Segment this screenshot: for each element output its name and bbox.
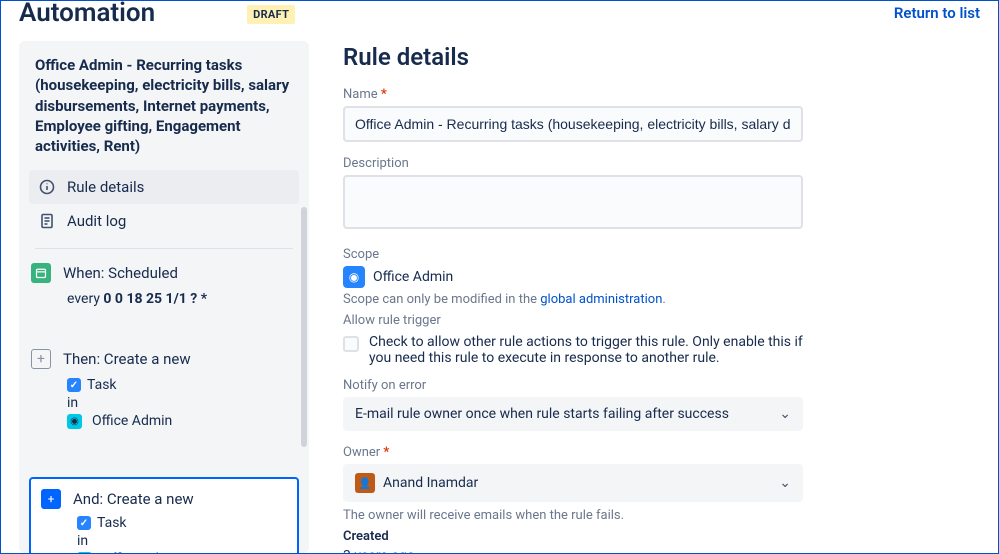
body: Office Admin - Recurring tasks (housekee… (1, 31, 998, 553)
notify-label: Notify on error (343, 378, 974, 393)
step-and-sub: ✓ Task in ◉ Office Admin (41, 515, 287, 554)
field-notify: Notify on error E-mail rule owner once w… (343, 378, 974, 431)
section-heading: Rule details (343, 43, 974, 71)
sidebar-item-label: Audit log (67, 212, 126, 230)
plus-icon: + (31, 349, 51, 369)
description-label: Description (343, 156, 974, 171)
scope-label: Scope (343, 247, 974, 262)
page-title: Automation (19, 0, 155, 28)
task-check-icon: ✓ (67, 378, 81, 392)
allow-trigger-label: Allow rule trigger (343, 313, 974, 328)
owner-select[interactable]: 👤 Anand Inamdar ⌄ (343, 464, 803, 502)
field-description: Description (343, 156, 974, 233)
return-to-list-link[interactable]: Return to list (894, 4, 980, 22)
avatar: 👤 (355, 473, 375, 493)
document-icon (39, 213, 55, 229)
step-then-head: + Then: Create a new (31, 349, 297, 369)
name-input[interactable] (343, 106, 803, 142)
name-label: Name (343, 87, 974, 102)
chevron-down-icon: ⌄ (779, 406, 791, 422)
sidebar-item-audit-log[interactable]: Audit log (29, 204, 299, 238)
divider (35, 248, 293, 249)
sidebar-scrollbar[interactable] (301, 207, 307, 447)
allow-trigger-text: Check to allow other rule actions to tri… (369, 334, 823, 366)
step-and[interactable]: + And: Create a new ✓ Task in ◉ Office A… (29, 477, 299, 554)
notify-value: E-mail rule owner once when rule starts … (355, 406, 729, 422)
scope-row: ◉ Office Admin (343, 266, 974, 288)
owner-value: Anand Inamdar (383, 475, 478, 491)
scope-help: Scope can only be modified in the global… (343, 292, 974, 307)
step-when[interactable]: When: Scheduled every 0 0 18 25 1/1 ? * (29, 259, 299, 315)
step-then-label: Then: Create a new (63, 350, 191, 368)
description-textarea[interactable] (343, 175, 803, 229)
step-and-label: And: Create a new (73, 490, 194, 508)
project-icon: ◉ (343, 266, 365, 288)
step-and-head: + And: Create a new (41, 489, 287, 509)
step-when-sub: every 0 0 18 25 1/1 ? * (31, 291, 297, 307)
field-allow-trigger: Allow rule trigger Check to allow other … (343, 313, 974, 366)
main: Rule details Name Description Scope ◉ Of… (327, 41, 980, 553)
sidebar-item-label: Rule details (67, 178, 144, 196)
calendar-icon (31, 263, 51, 283)
step-when-head: When: Scheduled (31, 263, 297, 283)
owner-help: The owner will receive emails when the r… (343, 508, 974, 523)
topbar: Automation DRAFT Return to list (1, 1, 998, 31)
connector (39, 439, 41, 469)
step-when-label: When: Scheduled (63, 264, 178, 282)
created-label: Created (343, 529, 974, 544)
chevron-down-icon: ⌄ (779, 475, 791, 491)
created-value: 3 years ago (343, 548, 974, 553)
allow-trigger-checkbox[interactable] (343, 336, 359, 352)
step-then-sub: ✓ Task in ◉ Office Admin (31, 377, 297, 429)
sidebar: Office Admin - Recurring tasks (housekee… (19, 41, 309, 553)
info-icon (39, 179, 55, 195)
sidebar-item-rule-details[interactable]: Rule details (29, 170, 299, 204)
project-icon: ◉ (67, 414, 82, 429)
plus-icon: + (41, 489, 61, 509)
connector (39, 315, 41, 345)
notify-select[interactable]: E-mail rule owner once when rule starts … (343, 397, 803, 431)
field-name: Name (343, 87, 974, 142)
page-title-row: Automation DRAFT (19, 0, 295, 28)
owner-label: Owner (343, 445, 974, 460)
global-admin-link[interactable]: global administration (540, 292, 662, 307)
allow-trigger-row: Check to allow other rule actions to tri… (343, 334, 823, 366)
field-scope: Scope ◉ Office Admin Scope can only be m… (343, 247, 974, 307)
draft-badge: DRAFT (247, 5, 295, 24)
field-created: Created 3 years ago (343, 529, 974, 553)
field-owner: Owner 👤 Anand Inamdar ⌄ The owner will r… (343, 445, 974, 523)
task-check-icon: ✓ (77, 516, 91, 530)
app-frame: Automation DRAFT Return to list Office A… (0, 0, 999, 554)
rule-title: Office Admin - Recurring tasks (housekee… (29, 55, 299, 170)
step-then[interactable]: + Then: Create a new ✓ Task in ◉ Office … (29, 345, 299, 439)
scope-value: Office Admin (373, 269, 453, 285)
